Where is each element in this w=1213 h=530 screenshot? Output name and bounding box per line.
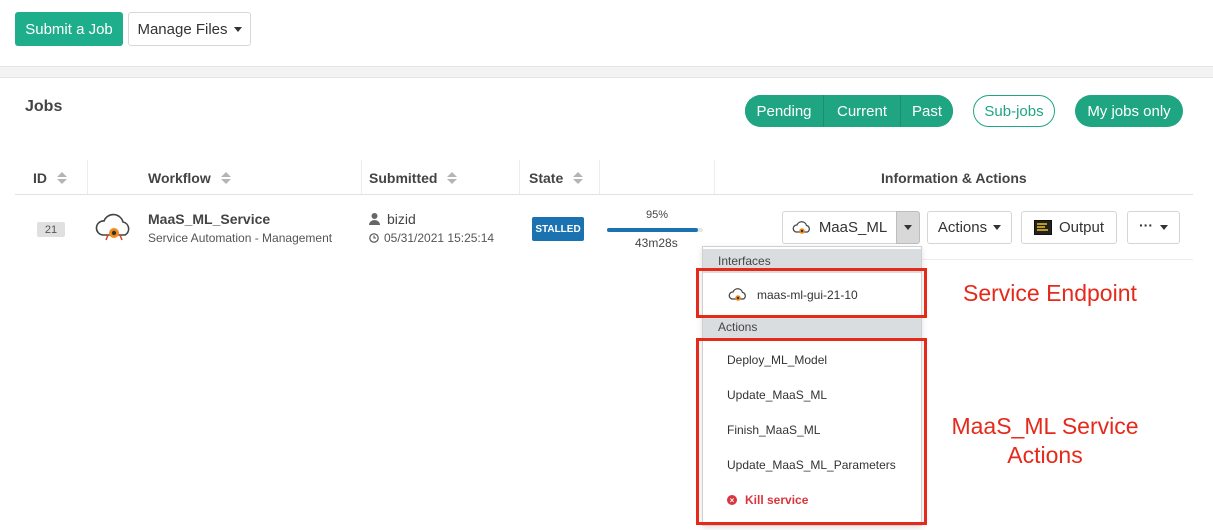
progress-bar (607, 228, 703, 232)
actions-header: Actions (703, 315, 921, 339)
progress-percent: 95% (646, 209, 669, 221)
column-separator (361, 160, 362, 194)
column-header-submitted-label: Submitted (369, 170, 438, 186)
my-jobs-only-toggle[interactable]: My jobs only (1075, 95, 1183, 127)
sort-icon (447, 172, 458, 184)
manage-files-label: Manage Files (137, 20, 228, 38)
sort-icon (573, 172, 584, 184)
service-dropdown-toggle[interactable] (896, 211, 920, 244)
header-divider (15, 194, 1193, 195)
output-terminal-icon (1033, 220, 1052, 235)
progress-bar-fill (607, 228, 699, 232)
column-header-workflow[interactable]: Workflow (148, 170, 231, 186)
section-divider (0, 66, 1213, 78)
column-separator (714, 160, 715, 194)
caret-down-icon (233, 26, 242, 32)
column-separator (87, 160, 88, 194)
manage-files-button[interactable]: Manage Files (128, 12, 251, 46)
more-options-button[interactable]: ··· (1127, 211, 1180, 244)
service-actions-annotation: MaaS_ML Service Actions (940, 412, 1150, 470)
submitted-user: bizid (369, 211, 416, 227)
column-separator (599, 160, 600, 194)
filter-past-button[interactable]: Past (901, 95, 953, 127)
column-header-info-label: Information & Actions (881, 170, 1027, 186)
actions-button[interactable]: Actions (927, 211, 1012, 244)
service-endpoint-button[interactable]: MaaS_ML (782, 211, 896, 244)
column-separator (519, 160, 520, 194)
submitted-date-text: 05/31/2021 15:25:14 (384, 231, 495, 245)
workflow-bucket: Service Automation - Management (148, 231, 333, 245)
endpoint-highlight-box (696, 268, 927, 318)
filter-pending-button[interactable]: Pending (745, 95, 823, 127)
column-header-info: Information & Actions (881, 170, 1027, 186)
top-toolbar: Submit a Job Manage Files (0, 0, 1213, 66)
output-button[interactable]: Output (1021, 211, 1117, 244)
more-dots-icon: ··· (1139, 216, 1153, 233)
actions-label: Actions (937, 219, 988, 236)
submitted-user-name: bizid (387, 211, 416, 227)
column-header-id-label: ID (33, 170, 47, 186)
caret-down-icon (993, 225, 1002, 230)
column-header-id[interactable]: ID (33, 170, 67, 186)
jobs-title: Jobs (25, 98, 63, 115)
actions-highlight-box (696, 338, 927, 525)
filter-current-button[interactable]: Current (824, 95, 900, 127)
service-actions-annotation-line2: Actions (1007, 442, 1083, 468)
status-badge: STALLED (532, 217, 584, 241)
submit-job-label: Submit a Job (25, 20, 113, 38)
sort-icon (220, 172, 231, 184)
service-actions-annotation-line1: MaaS_ML Service (951, 413, 1139, 439)
output-label: Output (1058, 219, 1105, 236)
progress-duration: 43m28s (635, 236, 678, 250)
service-endpoint-annotation: Service Endpoint (963, 280, 1137, 306)
submitted-date: 05/31/2021 15:25:14 (369, 231, 494, 245)
column-header-state-label: State (529, 170, 564, 186)
column-header-submitted[interactable]: Submitted (369, 170, 458, 186)
job-state-filter: Pending Current Past (745, 95, 953, 127)
workflow-name[interactable]: MaaS_ML_Service (148, 211, 270, 227)
column-header-workflow-label: Workflow (148, 170, 211, 186)
caret-down-icon (1160, 225, 1168, 230)
job-id-badge: 21 (37, 222, 65, 237)
subjobs-toggle[interactable]: Sub-jobs (973, 95, 1055, 127)
clock-icon (369, 233, 379, 243)
sort-icon (57, 172, 67, 184)
column-header-state[interactable]: State (529, 170, 584, 186)
service-cloud-icon (95, 213, 130, 241)
user-icon (369, 213, 380, 225)
submit-job-button[interactable]: Submit a Job (15, 12, 123, 46)
service-endpoint-label: MaaS_ML (818, 219, 888, 236)
service-cloud-icon (792, 220, 810, 234)
caret-down-icon (904, 225, 912, 230)
